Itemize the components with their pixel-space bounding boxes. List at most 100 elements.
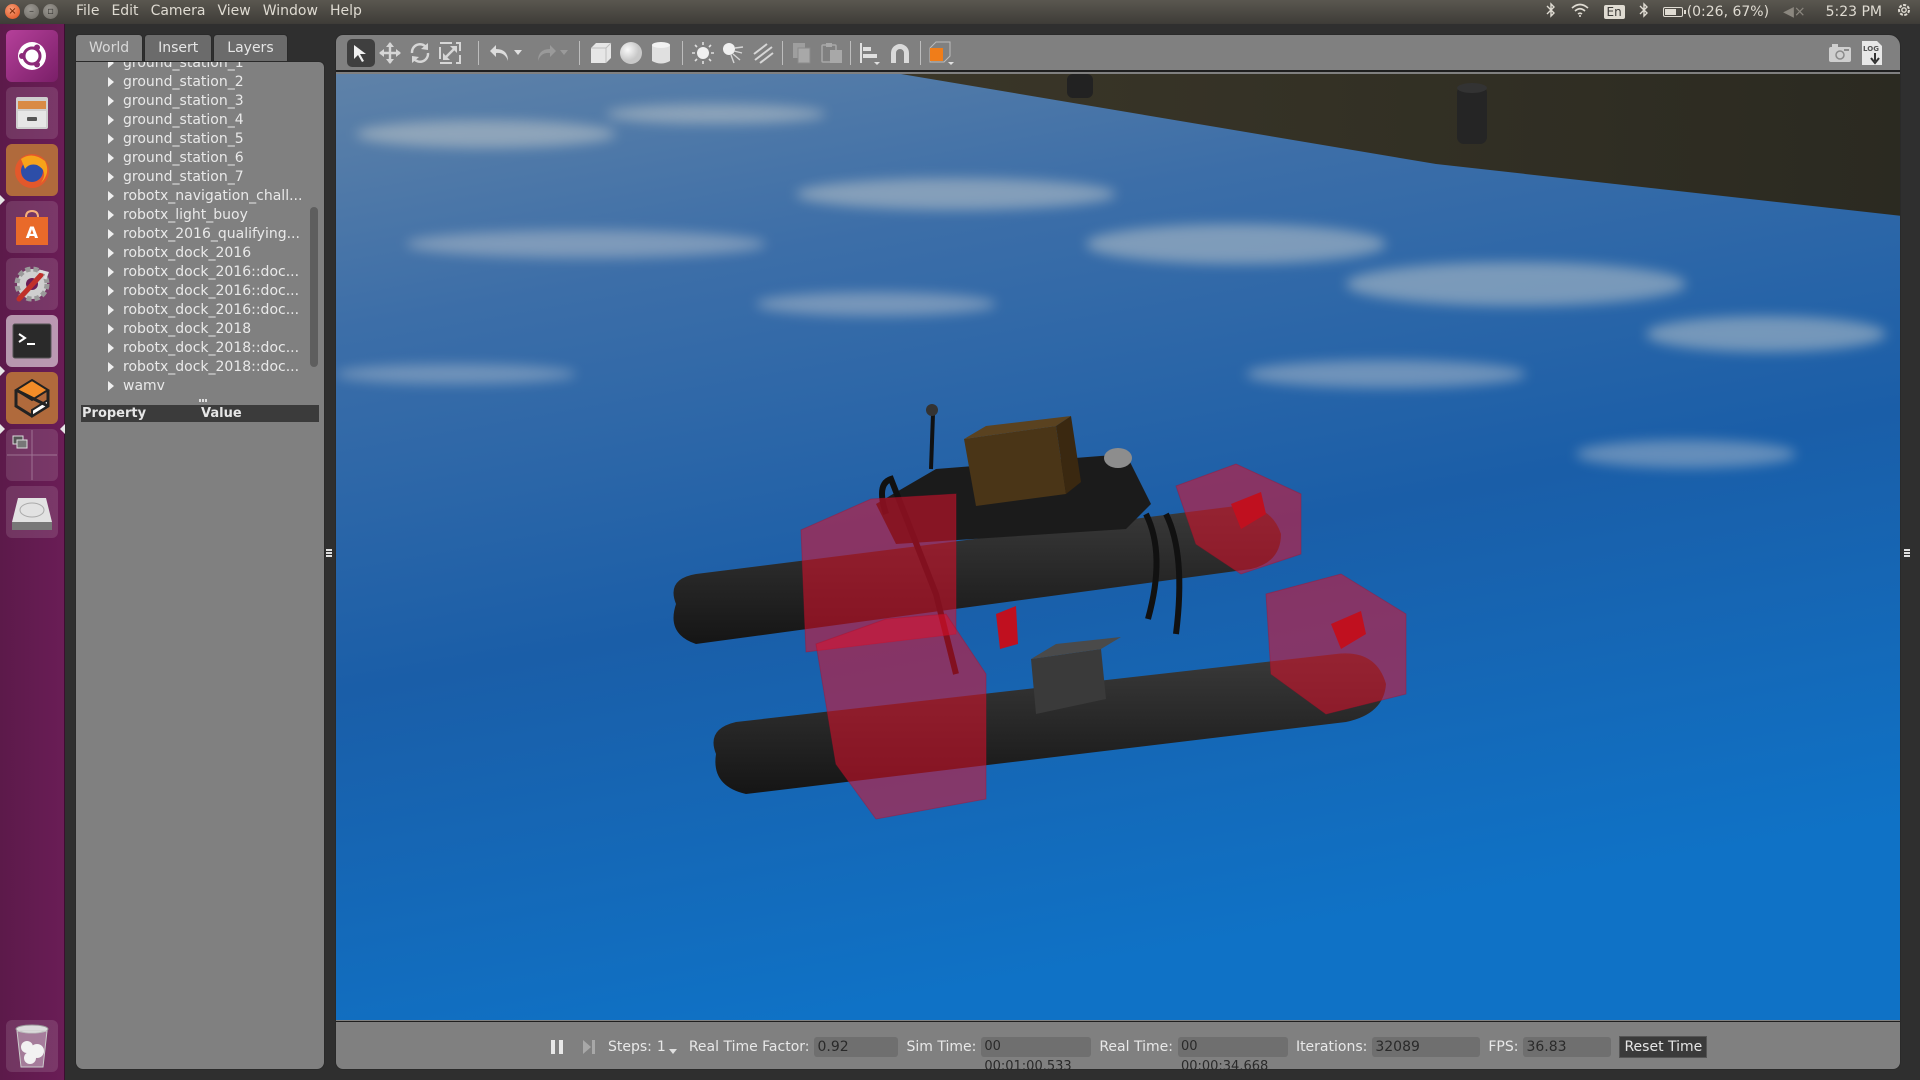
tree-item[interactable]: robotx_2016_qualifying... <box>108 224 300 243</box>
translate-mode-button[interactable] <box>376 39 404 67</box>
expand-arrow-icon[interactable] <box>108 76 114 87</box>
expand-arrow-icon[interactable] <box>108 209 114 220</box>
panel-splitter-handle[interactable] <box>199 399 207 402</box>
select-mode-button[interactable] <box>347 39 375 67</box>
launcher-ubuntu-dash[interactable] <box>6 30 58 82</box>
menu-help[interactable]: Help <box>324 3 368 19</box>
fps-value: 36.83 <box>1523 1036 1612 1057</box>
expand-arrow-icon[interactable] <box>108 95 114 106</box>
left-splitter-handle[interactable] <box>326 549 332 558</box>
expand-arrow-icon[interactable] <box>108 304 114 315</box>
menu-camera[interactable]: Camera <box>145 3 212 19</box>
expand-arrow-icon[interactable] <box>108 247 114 258</box>
right-splitter-handle[interactable] <box>1904 549 1910 558</box>
expand-arrow-icon[interactable] <box>108 152 114 163</box>
tree-item[interactable]: robotx_dock_2016::doc... <box>108 262 299 281</box>
tree-item[interactable]: ground_station_3 <box>108 91 244 110</box>
battery-indicator[interactable]: (0:26, 67%) <box>1662 4 1769 20</box>
tree-scrollbar[interactable] <box>310 207 318 367</box>
cylinder-shape-button[interactable] <box>647 39 675 67</box>
close-window-button[interactable]: × <box>5 4 20 19</box>
minimize-window-button[interactable]: – <box>24 4 39 19</box>
step-forward-icon <box>583 1039 595 1054</box>
directional-light-button[interactable] <box>749 39 777 67</box>
point-light-button[interactable] <box>689 39 717 67</box>
spot-light-button[interactable] <box>719 39 747 67</box>
launcher-software-center[interactable]: A <box>6 201 58 253</box>
tree-item[interactable]: ground_station_6 <box>108 148 244 167</box>
tree-item[interactable]: ground_station_5 <box>108 129 244 148</box>
clock[interactable]: 5:23 PM <box>1826 4 1882 20</box>
tree-item[interactable]: robotx_light_buoy <box>108 205 248 224</box>
property-column-header[interactable]: Property <box>81 406 201 421</box>
tree-item[interactable]: robotx_dock_2016 <box>108 243 251 262</box>
tree-item[interactable]: wamv <box>108 376 165 394</box>
value-column-header[interactable]: Value <box>201 406 242 421</box>
sphere-shape-button[interactable] <box>617 39 645 67</box>
volume-muted-icon[interactable]: ◀× <box>1783 4 1806 20</box>
wifi-icon[interactable] <box>1570 3 1590 21</box>
tree-item[interactable]: robotx_dock_2018::doc... <box>108 357 299 376</box>
expand-arrow-icon[interactable] <box>108 114 114 125</box>
tree-item-label: ground_station_3 <box>123 92 244 109</box>
tree-item[interactable]: robotx_dock_2016::doc... <box>108 281 299 300</box>
tab-world[interactable]: World <box>75 34 144 62</box>
tree-item[interactable]: robotx_navigation_chall... <box>108 186 302 205</box>
redo-history-dropdown[interactable] <box>556 39 572 67</box>
expand-arrow-icon[interactable] <box>108 62 114 68</box>
menu-window[interactable]: Window <box>257 3 324 19</box>
rotate-mode-button[interactable] <box>406 39 434 67</box>
steps-spinbox[interactable]: 1 <box>657 1039 677 1055</box>
expand-arrow-icon[interactable] <box>108 171 114 182</box>
tree-item[interactable]: ground_station_1 <box>108 62 244 72</box>
reset-time-button[interactable]: Reset Time <box>1619 1035 1708 1058</box>
pause-button[interactable] <box>546 1036 568 1058</box>
expand-arrow-icon[interactable] <box>108 342 114 353</box>
launcher-workspace-switcher[interactable] <box>6 429 58 481</box>
expand-arrow-icon[interactable] <box>108 133 114 144</box>
tree-item[interactable]: robotx_dock_2018::doc... <box>108 338 299 357</box>
menu-file[interactable]: File <box>70 3 105 19</box>
undo-history-dropdown[interactable] <box>510 39 526 67</box>
tab-insert[interactable]: Insert <box>144 34 213 61</box>
snap-button[interactable] <box>886 39 914 67</box>
view-angle-button[interactable] <box>926 39 954 67</box>
expand-arrow-icon[interactable] <box>108 380 114 391</box>
launcher-gazebo[interactable] <box>6 372 58 424</box>
power-gear-icon[interactable] <box>1896 2 1912 22</box>
launcher-terminal[interactable] <box>6 315 58 367</box>
expand-arrow-icon[interactable] <box>108 190 114 201</box>
launcher-firefox[interactable] <box>6 144 58 196</box>
expand-arrow-icon[interactable] <box>108 266 114 277</box>
tree-item[interactable]: robotx_dock_2018 <box>108 319 251 338</box>
expand-arrow-icon[interactable] <box>108 323 114 334</box>
tab-layers[interactable]: Layers <box>213 34 288 61</box>
launcher-trash[interactable] <box>6 1020 58 1072</box>
log-button[interactable]: LOG <box>1858 39 1886 67</box>
3d-viewport[interactable] <box>336 74 1900 1020</box>
step-button[interactable] <box>582 1036 600 1058</box>
launcher-files[interactable] <box>6 87 58 139</box>
tree-item[interactable]: robotx_dock_2016::doc... <box>108 300 299 319</box>
paste-button[interactable] <box>818 39 846 67</box>
bluetooth-icon[interactable] <box>1546 2 1556 22</box>
tree-item[interactable]: ground_station_4 <box>108 110 244 129</box>
expand-arrow-icon[interactable] <box>108 285 114 296</box>
tree-item[interactable]: ground_station_2 <box>108 72 244 91</box>
align-button[interactable] <box>856 39 884 67</box>
scale-mode-button[interactable] <box>436 39 464 67</box>
screenshot-button[interactable] <box>1826 39 1854 67</box>
copy-button[interactable] <box>788 39 816 67</box>
menu-view[interactable]: View <box>212 3 257 19</box>
keyboard-layout-indicator[interactable]: En <box>1603 5 1625 19</box>
expand-arrow-icon[interactable] <box>108 361 114 372</box>
maximize-window-button[interactable]: ▫ <box>43 4 58 19</box>
scene-render[interactable] <box>336 74 1900 1020</box>
launcher-disk-drive[interactable] <box>6 486 58 538</box>
menu-edit[interactable]: Edit <box>105 3 144 19</box>
box-shape-button[interactable] <box>587 39 615 67</box>
bluetooth-icon[interactable] <box>1639 2 1649 22</box>
expand-arrow-icon[interactable] <box>108 228 114 239</box>
launcher-system-settings[interactable] <box>6 258 58 310</box>
tree-item[interactable]: ground_station_7 <box>108 167 244 186</box>
